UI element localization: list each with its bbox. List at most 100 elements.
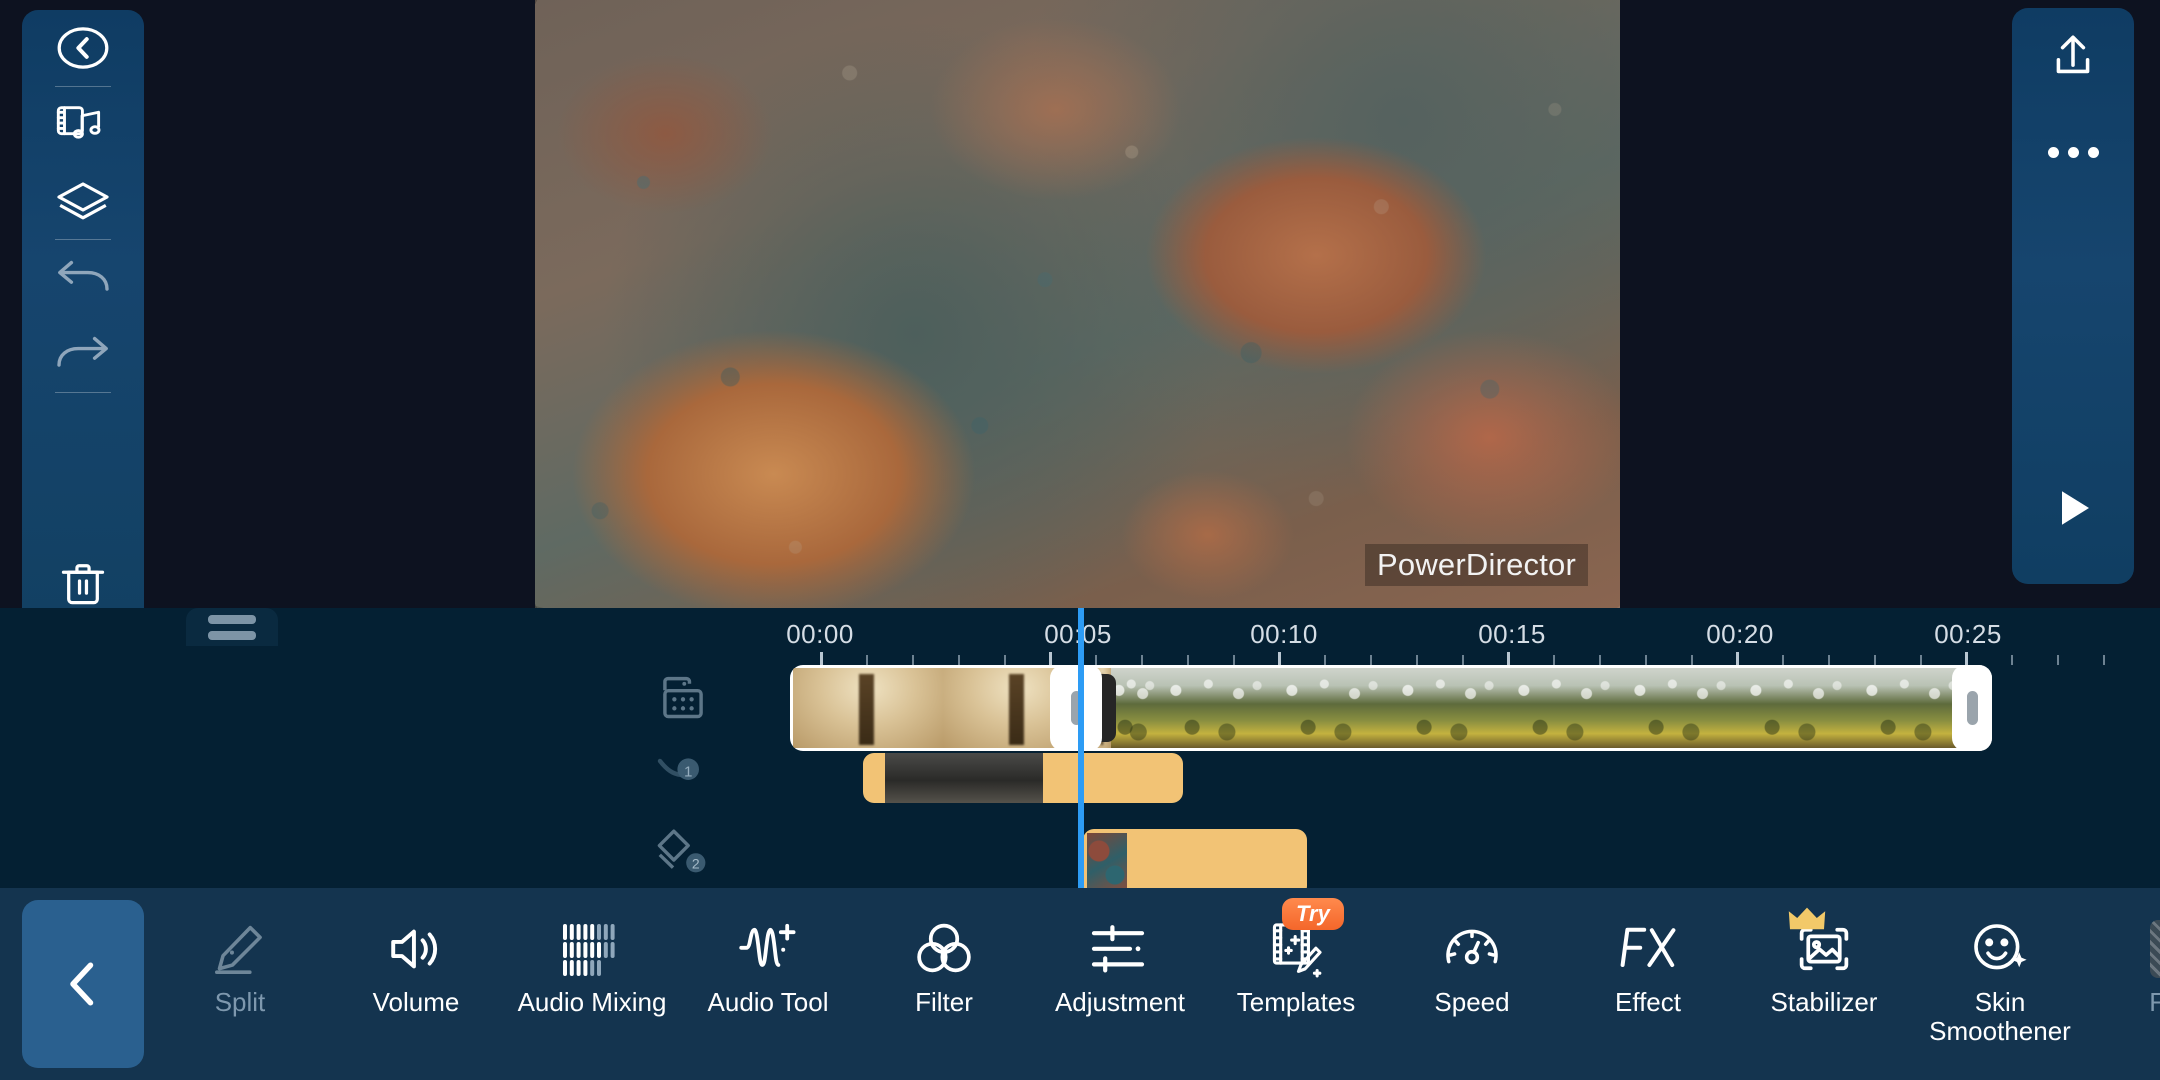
- clip-thumbnail[interactable]: [1111, 668, 1155, 748]
- tool-list[interactable]: Split Volume Audio Mixing Audio Tool Fil…: [152, 888, 2160, 1080]
- tool-stabilizer[interactable]: Stabilizer: [1736, 904, 1912, 1054]
- layer-track-icon: 2: [655, 826, 711, 876]
- tool-label: Stabilizer: [1770, 987, 1878, 1017]
- tool-label: Skin Smoothener: [1929, 987, 2071, 1047]
- fit-fill-icon: [2150, 916, 2160, 982]
- tool-label: Templates: [1236, 987, 1356, 1017]
- clip-thumbnail[interactable]: [1387, 668, 1503, 748]
- clip-thumbnail[interactable]: [1503, 668, 1619, 748]
- clip-trim-handle-right[interactable]: [1952, 665, 1992, 751]
- play-triangle-icon: [2049, 484, 2097, 532]
- ruler-tick-minor: [1141, 655, 1143, 665]
- preview-area: PowerDirector: [0, 0, 2160, 608]
- ruler-label: 00:15: [1478, 619, 1546, 649]
- tool-label: Effect: [1614, 987, 1681, 1017]
- tool-label: Filter: [915, 987, 973, 1017]
- clip-thumbnail[interactable]: [1735, 668, 1851, 748]
- effect-track-icon: 1: [655, 748, 707, 790]
- fx-icon: [1617, 916, 1679, 982]
- redo-button[interactable]: [22, 316, 144, 392]
- film-music-icon: [56, 101, 110, 149]
- rail-divider-3: [55, 392, 111, 393]
- tool-audio-tool[interactable]: Audio Tool: [680, 904, 856, 1054]
- video-track-clips[interactable]: [790, 665, 1992, 751]
- layers-button[interactable]: [22, 163, 144, 239]
- ruler-tick-major: [1049, 652, 1052, 666]
- media-button[interactable]: [22, 87, 144, 163]
- tool-adjustment[interactable]: Adjustment: [1032, 904, 1208, 1054]
- ruler-tick-minor: [912, 655, 914, 665]
- ruler-tick-minor: [1645, 655, 1647, 665]
- ruler-tick-minor: [1828, 655, 1830, 665]
- three-circles-icon: [915, 916, 973, 982]
- tool-templates[interactable]: Try Templates: [1208, 898, 1384, 1054]
- left-tool-rail: [22, 10, 144, 640]
- ruler-tick-minor: [2103, 655, 2105, 665]
- ruler-tick-minor: [1370, 655, 1372, 665]
- ruler-tick-minor: [1691, 655, 1693, 665]
- ruler-tick-minor: [1233, 655, 1235, 665]
- ruler-tick-minor: [1462, 655, 1464, 665]
- tool-fit-and-fill[interactable]: Fit &: [2088, 904, 2160, 1054]
- clip-thumbnail[interactable]: [1851, 668, 1967, 748]
- export-button[interactable]: [2012, 8, 2134, 104]
- waveform-plus-icon: [738, 916, 798, 982]
- ruler-tick-major: [1278, 652, 1281, 666]
- watermark-label: PowerDirector: [1365, 544, 1588, 586]
- ruler-tick-minor: [2057, 655, 2059, 665]
- tool-label: Speed: [1434, 987, 1510, 1017]
- back-button[interactable]: [22, 10, 144, 86]
- video-preview[interactable]: PowerDirector: [535, 0, 1620, 608]
- split-pen-icon: [211, 916, 269, 982]
- circle-chevron-left-icon: [55, 20, 111, 76]
- clip-thumbnail[interactable]: [1619, 668, 1735, 748]
- tool-split[interactable]: Split: [152, 904, 328, 1054]
- ruler-tick-minor: [2011, 655, 2013, 665]
- chevron-left-icon: [53, 954, 113, 1014]
- speaker-icon: [387, 916, 445, 982]
- try-badge: Try: [1282, 898, 1344, 930]
- clip-thumbnail[interactable]: [1271, 668, 1387, 748]
- sliders-icon: [1090, 916, 1150, 982]
- svg-text:1: 1: [684, 763, 692, 780]
- ruler-label: 00:25: [1934, 619, 2002, 649]
- ruler-tick-minor: [1782, 655, 1784, 665]
- ellipsis-icon: [2047, 146, 2099, 158]
- ruler-tick-major: [1736, 652, 1739, 666]
- tool-filter[interactable]: Filter: [856, 904, 1032, 1054]
- track-header-sticker[interactable]: 2: [655, 826, 711, 876]
- ruler-tick-minor: [1553, 655, 1555, 665]
- toolbar-back-button[interactable]: [22, 900, 144, 1068]
- tool-label: Volume: [372, 987, 460, 1017]
- tool-audio-mixing[interactable]: Audio Mixing: [504, 904, 680, 1054]
- redo-arrow-icon: [55, 331, 111, 377]
- more-button[interactable]: [2012, 104, 2134, 200]
- preview-frame-shards: [535, 0, 1620, 608]
- ruler-tick-minor: [958, 655, 960, 665]
- undo-button[interactable]: [22, 240, 144, 316]
- effect-clip-thumbnail: [885, 753, 1043, 803]
- clip-thumbnail[interactable]: [793, 668, 943, 748]
- ruler-tick-minor: [1874, 655, 1876, 665]
- play-button[interactable]: [2012, 460, 2134, 556]
- track-header-effect[interactable]: 1: [655, 748, 707, 790]
- ruler-label: 00:10: [1250, 619, 1318, 649]
- tool-effect[interactable]: Effect: [1560, 904, 1736, 1054]
- undo-arrow-icon: [55, 255, 111, 301]
- clip-trim-handle-left[interactable]: [1050, 665, 1102, 751]
- tool-skin-smoothener[interactable]: Skin Smoothener: [1912, 904, 2088, 1054]
- ruler-tick-minor: [1095, 655, 1097, 665]
- svg-text:2: 2: [692, 856, 700, 872]
- sticker-clip[interactable]: [1083, 829, 1307, 897]
- ruler-tick-major: [1507, 652, 1510, 666]
- tool-speed[interactable]: Speed: [1384, 904, 1560, 1054]
- ruler-tick-major: [820, 652, 823, 666]
- clip-thumbnail[interactable]: [1155, 668, 1271, 748]
- timeline-playhead[interactable]: [1078, 608, 1084, 888]
- share-upload-icon: [2048, 31, 2098, 81]
- track-header-video[interactable]: [655, 670, 711, 726]
- ruler-tick-minor: [1004, 655, 1006, 665]
- smiley-sparkle-icon: [1970, 916, 2030, 982]
- effect-clip[interactable]: [863, 753, 1183, 803]
- tool-volume[interactable]: Volume: [328, 904, 504, 1054]
